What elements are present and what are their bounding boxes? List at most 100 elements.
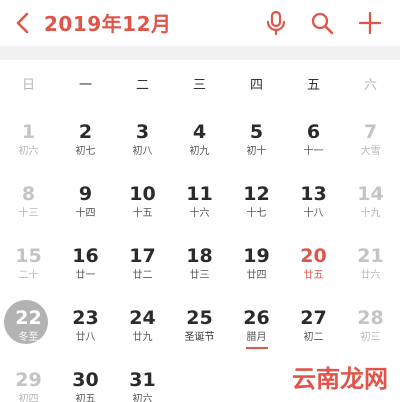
weekday-header: 日一二三四五六 xyxy=(0,70,400,94)
day-number: 10 xyxy=(129,183,156,205)
lunar-date: 初六 xyxy=(18,146,39,157)
voice-button[interactable] xyxy=(262,9,290,37)
lunar-date: 廿六 xyxy=(360,270,381,281)
lunar-month-start-marker xyxy=(246,347,268,349)
lunar-date: 大雪 xyxy=(360,146,381,157)
day-number: 12 xyxy=(243,183,270,205)
lunar-date: 初五 xyxy=(75,394,96,402)
day-number: 17 xyxy=(129,245,156,267)
day-cell[interactable]: 25 圣诞节 xyxy=(171,304,228,360)
day-cell[interactable]: 24 廿九 xyxy=(114,304,171,360)
lunar-date: 廿九 xyxy=(132,332,153,343)
day-number: 24 xyxy=(129,307,156,329)
lunar-date: 廿三 xyxy=(189,270,210,281)
day-number: 7 xyxy=(363,121,378,143)
day-number: 1 xyxy=(21,121,36,143)
day-number: 28 xyxy=(357,307,384,329)
lunar-date: 初九 xyxy=(189,146,210,157)
add-event-button[interactable] xyxy=(356,9,384,37)
day-number: 9 xyxy=(78,183,93,205)
day-number: 3 xyxy=(135,121,150,143)
day-cell[interactable]: 23 廿八 xyxy=(57,304,114,360)
day-number: 19 xyxy=(243,245,270,267)
watermark: 云南龙网 xyxy=(288,359,392,394)
day-number: 21 xyxy=(357,245,384,267)
lunar-date: 初十 xyxy=(246,146,267,157)
day-cell[interactable]: 15 二十 xyxy=(0,242,57,298)
microphone-icon xyxy=(266,10,286,36)
day-cell[interactable]: 29 初四 xyxy=(0,366,57,402)
day-cell[interactable]: 9 十四 xyxy=(57,180,114,236)
lunar-date: 廿五 xyxy=(303,270,324,281)
day-cell[interactable]: 14 十九 xyxy=(342,180,399,236)
lunar-date: 十六 xyxy=(189,208,210,219)
day-cell[interactable]: 7 大雪 xyxy=(342,118,399,174)
lunar-date: 二十 xyxy=(18,270,39,281)
lunar-date: 初六 xyxy=(132,394,153,402)
lunar-date: 廿四 xyxy=(246,270,267,281)
day-cell[interactable]: 6 十一 xyxy=(285,118,342,174)
lunar-date: 十七 xyxy=(246,208,267,219)
month-title[interactable]: 2019年12月 xyxy=(44,8,172,37)
day-number: 15 xyxy=(15,245,42,267)
lunar-date: 初八 xyxy=(132,146,153,157)
lunar-date: 十四 xyxy=(75,208,96,219)
day-cell[interactable]: 27 初二 xyxy=(285,304,342,360)
day-number: 5 xyxy=(249,121,264,143)
lunar-date: 腊月 xyxy=(246,332,267,343)
day-number: 14 xyxy=(357,183,384,205)
lunar-date: 初四 xyxy=(18,394,39,402)
day-number: 29 xyxy=(15,369,42,391)
weekday-label: 五 xyxy=(306,78,320,93)
lunar-date: 十三 xyxy=(18,208,39,219)
day-cell[interactable]: 10 十五 xyxy=(114,180,171,236)
day-cell[interactable]: 21 廿六 xyxy=(342,242,399,298)
back-button[interactable] xyxy=(10,10,34,36)
lunar-date: 初七 xyxy=(75,146,96,157)
day-cell[interactable]: 19 廿四 xyxy=(228,242,285,298)
day-cell[interactable]: 4 初九 xyxy=(171,118,228,174)
day-number: 23 xyxy=(72,307,99,329)
day-cell[interactable]: 26 腊月 xyxy=(228,304,285,360)
day-cell[interactable]: 22 冬至 xyxy=(0,300,57,360)
lunar-date: 初三 xyxy=(360,332,381,343)
day-number: 18 xyxy=(186,245,213,267)
lunar-date: 初二 xyxy=(303,332,324,343)
day-cell[interactable]: 8 十三 xyxy=(0,180,57,236)
day-cell[interactable]: 17 廿二 xyxy=(114,242,171,298)
search-button[interactable] xyxy=(308,9,336,37)
lunar-date: 圣诞节 xyxy=(184,332,215,343)
day-cell[interactable]: 1 初六 xyxy=(0,118,57,174)
day-number: 6 xyxy=(306,121,321,143)
lunar-date: 廿一 xyxy=(75,270,96,281)
chevron-left-icon xyxy=(16,12,29,34)
day-cell[interactable]: 28 初三 xyxy=(342,304,399,360)
day-number: 2 xyxy=(78,121,93,143)
day-cell[interactable]: 20 廿五 xyxy=(285,242,342,298)
search-icon xyxy=(311,12,334,35)
day-number: 8 xyxy=(21,183,36,205)
day-number: 30 xyxy=(72,369,99,391)
day-cell[interactable]: 5 初十 xyxy=(228,118,285,174)
lunar-date: 十五 xyxy=(132,208,153,219)
day-number: 4 xyxy=(192,121,207,143)
day-cell[interactable]: 30 初五 xyxy=(57,366,114,402)
day-number: 31 xyxy=(129,369,156,391)
day-cell[interactable]: 18 廿三 xyxy=(171,242,228,298)
day-number: 25 xyxy=(186,307,213,329)
weekday-label: 二 xyxy=(135,78,149,93)
lunar-date: 十九 xyxy=(360,208,381,219)
lunar-date: 廿八 xyxy=(75,332,96,343)
day-cell[interactable]: 31 初六 xyxy=(114,366,171,402)
weekday-label: 四 xyxy=(249,78,263,93)
day-number: 26 xyxy=(243,307,270,329)
day-cell[interactable]: 11 十六 xyxy=(171,180,228,236)
lunar-date: 十一 xyxy=(303,146,324,157)
day-cell[interactable]: 12 十七 xyxy=(228,180,285,236)
top-bar: 2019年12月 xyxy=(0,0,400,46)
header-divider xyxy=(0,46,400,60)
day-cell[interactable]: 13 十八 xyxy=(285,180,342,236)
day-cell[interactable]: 16 廿一 xyxy=(57,242,114,298)
day-cell[interactable]: 3 初八 xyxy=(114,118,171,174)
day-cell[interactable]: 2 初七 xyxy=(57,118,114,174)
